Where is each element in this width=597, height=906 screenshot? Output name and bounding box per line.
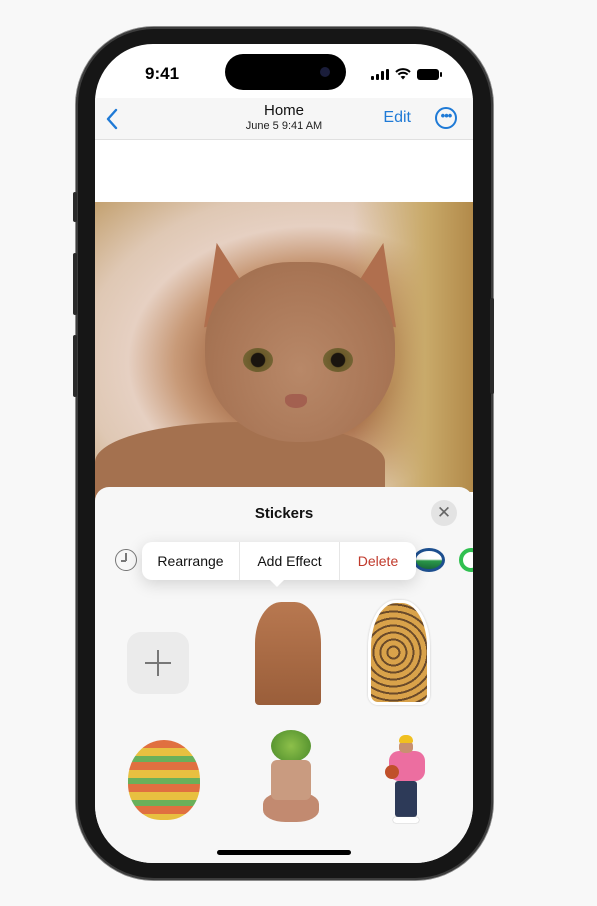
edit-button[interactable]: Edit (383, 109, 411, 127)
stickers-sheet: Stickers ✕ Rearrange Add Effect Delete (95, 487, 473, 863)
recents-clock-icon[interactable] (115, 549, 137, 571)
plant-leaves (271, 730, 311, 762)
nav-subtitle: June 5 9:41 AM (245, 120, 323, 132)
screen: 9:41 Home June 5 9:41 AM Edit ••• Sticke… (95, 44, 473, 863)
delete-menu-item[interactable]: Delete (340, 542, 416, 580)
more-options-button[interactable]: ••• (435, 107, 457, 129)
sticker-hot-air-balloon[interactable] (128, 740, 200, 820)
battery-icon (417, 68, 442, 80)
sheet-title: Stickers (254, 505, 314, 522)
sticker-context-menu: Rearrange Add Effect Delete (142, 542, 416, 587)
person-beanie (399, 735, 413, 743)
sticker-plant-character[interactable] (263, 730, 319, 830)
status-time: 9:41 (145, 64, 180, 83)
app-sticker-pack-icon[interactable] (413, 548, 445, 572)
action-button (73, 192, 77, 222)
cat-photo[interactable] (95, 202, 473, 502)
home-indicator[interactable] (217, 850, 351, 855)
close-button[interactable]: ✕ (431, 500, 457, 526)
plant-pot (271, 760, 311, 800)
navigation-bar: Home June 5 9:41 AM Edit ••• (95, 98, 473, 140)
cat-head (205, 262, 395, 442)
person-pants (395, 781, 417, 817)
volume-down-button (73, 335, 77, 397)
status-icons (371, 68, 442, 80)
cat-nose (285, 394, 307, 408)
volume-up-button (73, 253, 77, 315)
cat-eye-left (243, 348, 273, 372)
dynamic-island (225, 54, 346, 90)
cellular-signal-icon (371, 68, 389, 80)
close-icon: ✕ (436, 503, 452, 522)
power-button (490, 298, 494, 394)
cat-eye-right (323, 348, 353, 372)
ellipsis-icon: ••• (440, 108, 453, 123)
wifi-icon (395, 68, 411, 80)
add-sticker-button[interactable] (127, 632, 189, 694)
app-sticker-pack-green-icon[interactable] (459, 548, 473, 572)
basketball (385, 765, 399, 779)
camera-icon (320, 67, 330, 77)
sticker-cat[interactable] (255, 602, 321, 705)
rearrange-menu-item[interactable]: Rearrange (142, 542, 240, 580)
add-effect-menu-item[interactable]: Add Effect (240, 542, 340, 580)
person-shoes (393, 817, 419, 823)
nav-title: Home (263, 102, 304, 119)
sticker-person-basketball[interactable] (385, 735, 427, 827)
sticker-giraffe[interactable] (368, 600, 430, 705)
